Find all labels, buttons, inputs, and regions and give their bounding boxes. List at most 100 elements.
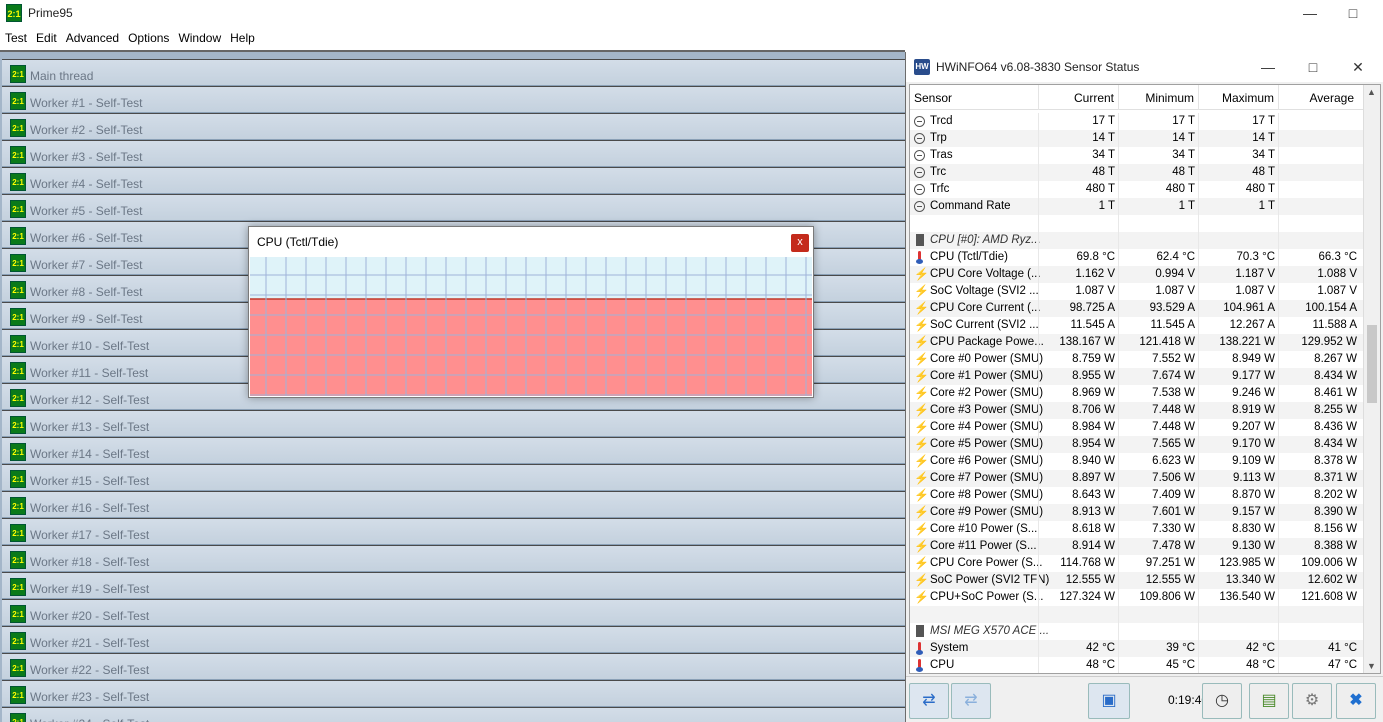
sensor-row[interactable]: ⚡ Core #10 Power (S... 8.618 W 7.330 W 8.830…	[910, 521, 1364, 538]
worker-window[interactable]: 2:1 Worker #1 - Self-Test	[2, 86, 905, 113]
hwinfo-minimize-icon[interactable]: —	[1246, 56, 1290, 78]
chip-icon	[916, 625, 924, 637]
sensor-row[interactable]: Trp 14 T 14 T 14 T	[910, 130, 1364, 147]
sensor-value-maximum: 70.3 °C	[1236, 251, 1275, 263]
hwinfo-close-icon[interactable]: ✕	[1336, 56, 1380, 78]
worker-window[interactable]: 2:1 Worker #14 - Self-Test	[2, 437, 905, 464]
col-header-average[interactable]: Average	[1279, 91, 1354, 105]
menu-window[interactable]: Window	[173, 28, 225, 45]
nav-expand-icon[interactable]: ⇄	[909, 683, 949, 719]
sensor-value-current: 48 °C	[1086, 659, 1115, 671]
sensor-value-maximum: 8.830 W	[1232, 523, 1275, 535]
sensor-group-row[interactable]: MSI MEG X570 ACE ...	[910, 623, 1364, 640]
sensor-row[interactable]: ⚡ Core #8 Power (SMU) 8.643 W 7.409 W 8.870 …	[910, 487, 1364, 504]
minimize-icon[interactable]: —	[1287, 2, 1333, 26]
menu-test[interactable]: Test	[0, 28, 31, 45]
close-icon[interactable]: ✖	[1336, 683, 1376, 719]
hwinfo-maximize-icon[interactable]: □	[1291, 56, 1335, 78]
sensor-row[interactable]: Trc 48 T 48 T 48 T	[910, 164, 1364, 181]
menu-advanced[interactable]: Advanced	[61, 28, 123, 45]
worker-window[interactable]: 2:1 Worker #3 - Self-Test	[2, 140, 905, 167]
lightning-icon: ⚡	[914, 437, 929, 451]
sensor-row[interactable]: CPU (Tctl/Tdie) 69.8 °C 62.4 °C 70.3 °C 66.3…	[910, 249, 1364, 266]
col-header-current[interactable]: Current	[1039, 91, 1114, 105]
sensor-name: CPU [#0]: AMD Ryz...	[930, 234, 1041, 246]
clock-icon[interactable]: ◷	[1202, 683, 1242, 719]
sensor-value-maximum: 480 T	[1245, 183, 1275, 195]
sensor-row[interactable]: ⚡ SoC Current (SVI2 ... 11.545 A 11.545 A 12…	[910, 317, 1364, 334]
sensor-name: SoC Voltage (SVI2 ...	[930, 285, 1039, 297]
sensor-row[interactable]	[910, 215, 1364, 232]
worker-window[interactable]: 2:1 Worker #5 - Self-Test	[2, 194, 905, 221]
menu-edit[interactable]: Edit	[31, 28, 61, 45]
menu-help[interactable]: Help	[225, 28, 259, 45]
maximize-icon[interactable]: □	[1330, 2, 1376, 26]
worker-window[interactable]: 2:1 Worker #4 - Self-Test	[2, 167, 905, 194]
sensor-row[interactable]: ⚡ CPU Core Power (S... 114.768 W 97.251 W 12…	[910, 555, 1364, 572]
sensor-row[interactable]: ⚡ Core #3 Power (SMU) 8.706 W 7.448 W 8.919 …	[910, 402, 1364, 419]
sensor-row[interactable]: ⚡ Core #9 Power (SMU) 8.913 W 7.601 W 9.157 …	[910, 504, 1364, 521]
scroll-down-icon[interactable]: ▼	[1367, 661, 1376, 671]
network-icon[interactable]: ▣	[1088, 683, 1130, 719]
sensor-row[interactable]: ⚡ SoC Voltage (SVI2 ... 1.087 V 1.087 V 1.08…	[910, 283, 1364, 300]
sensor-group-row[interactable]: CPU [#0]: AMD Ryz...	[910, 232, 1364, 249]
sensor-row[interactable]: ⚡ Core #0 Power (SMU) 8.759 W 7.552 W 8.949 …	[910, 351, 1364, 368]
sensor-row[interactable]: ⚡ Core #1 Power (SMU) 8.955 W 7.674 W 9.177 …	[910, 368, 1364, 385]
scroll-thumb[interactable]	[1367, 325, 1377, 403]
sensor-row[interactable]: ⚡ CPU+SoC Power (S... 127.324 W 109.806 W 13…	[910, 589, 1364, 606]
menu-options[interactable]: Options	[123, 28, 173, 45]
sensor-row[interactable]: Tras 34 T 34 T 34 T	[910, 147, 1364, 164]
sensor-row[interactable]: ⚡ Core #6 Power (SMU) 8.940 W 6.623 W 9.109 …	[910, 453, 1364, 470]
nav-collapse-icon[interactable]: ⇄	[951, 683, 991, 719]
col-header-sensor[interactable]: Sensor	[914, 91, 952, 105]
worker-window[interactable]: 2:1 Worker #15 - Self-Test	[2, 464, 905, 491]
sensor-row[interactable]: ⚡ CPU Core Current (... 98.725 A 93.529 A 10…	[910, 300, 1364, 317]
sensor-row[interactable]: System 42 °C 39 °C 42 °C 41 °C	[910, 640, 1364, 657]
sensor-row[interactable]: ⚡ Core #5 Power (SMU) 8.954 W 7.565 W 9.170 …	[910, 436, 1364, 453]
report-icon[interactable]: ▤	[1249, 683, 1289, 719]
sensor-row[interactable]: Trfc 480 T 480 T 480 T	[910, 181, 1364, 198]
sensor-value-average: 8.267 W	[1314, 353, 1357, 365]
sensor-name: Core #6 Power (SMU)	[930, 455, 1044, 467]
sensor-scrollbar[interactable]: ▲ ▼	[1363, 85, 1380, 673]
timing-icon	[914, 133, 925, 144]
sensor-row[interactable]: Command Rate 1 T 1 T 1 T	[910, 198, 1364, 215]
worker-window[interactable]: 2:1 Worker #18 - Self-Test	[2, 545, 905, 572]
prime95-thread-icon: 2:1	[10, 416, 26, 434]
col-header-minimum[interactable]: Minimum	[1119, 91, 1194, 105]
sensor-row[interactable]: ⚡ Core #4 Power (SMU) 8.984 W 7.448 W 9.207 …	[910, 419, 1364, 436]
lightning-icon: ⚡	[914, 403, 929, 417]
worker-window[interactable]: 2:1 Worker #16 - Self-Test	[2, 491, 905, 518]
thread-title: Worker #22 - Self-Test	[30, 663, 150, 677]
worker-window[interactable]: 2:1 Worker #2 - Self-Test	[2, 113, 905, 140]
sensor-row[interactable]: ⚡ Core #2 Power (SMU) 8.969 W 7.538 W 9.246 …	[910, 385, 1364, 402]
worker-window[interactable]: 2:1 Worker #17 - Self-Test	[2, 518, 905, 545]
sensor-row[interactable]: ⚡ CPU Package Powe... 138.167 W 121.418 W 13…	[910, 334, 1364, 351]
worker-window[interactable]: 2:1 Worker #21 - Self-Test	[2, 626, 905, 653]
prime95-thread-icon: 2:1	[10, 65, 26, 83]
settings-icon[interactable]: ⚙	[1292, 683, 1332, 719]
cpu-temp-graph-window[interactable]: CPU (Tctl/Tdie) x	[248, 226, 814, 398]
sensor-row[interactable]: ⚡ CPU Core Voltage (... 1.162 V 0.994 V 1.18…	[910, 266, 1364, 283]
main-thread-window[interactable]: 2:1 Main thread	[2, 59, 905, 86]
sensor-row[interactable]: CPU 48 °C 45 °C 48 °C 47 °C	[910, 657, 1364, 673]
sensor-row[interactable]	[910, 606, 1364, 623]
sensor-row[interactable]: ⚡ Core #11 Power (S... 8.914 W 7.478 W 9.130…	[910, 538, 1364, 555]
graph-close-button[interactable]: x	[791, 234, 809, 252]
prime95-thread-icon: 2:1	[10, 389, 26, 407]
sensor-row[interactable]: Trcd 17 T 17 T 17 T	[910, 113, 1364, 130]
lightning-icon: ⚡	[914, 471, 929, 485]
worker-window[interactable]: 2:1 Worker #24 - Self-Test	[2, 707, 905, 722]
sensor-name: Trp	[930, 132, 947, 144]
scroll-up-icon[interactable]: ▲	[1367, 87, 1376, 97]
worker-window[interactable]: 2:1 Worker #19 - Self-Test	[2, 572, 905, 599]
worker-window[interactable]: 2:1 Worker #23 - Self-Test	[2, 680, 905, 707]
worker-window[interactable]: 2:1 Worker #13 - Self-Test	[2, 410, 905, 437]
worker-window[interactable]: 2:1 Worker #20 - Self-Test	[2, 599, 905, 626]
prime95-thread-icon: 2:1	[10, 200, 26, 218]
sensor-row[interactable]: ⚡ Core #7 Power (SMU) 8.897 W 7.506 W 9.113 …	[910, 470, 1364, 487]
worker-window[interactable]: 2:1 Worker #22 - Self-Test	[2, 653, 905, 680]
col-header-maximum[interactable]: Maximum	[1199, 91, 1274, 105]
thread-title: Worker #11 - Self-Test	[30, 366, 149, 380]
sensor-row[interactable]: ⚡ SoC Power (SVI2 TFN) 12.555 W 12.555 W 13.…	[910, 572, 1364, 589]
